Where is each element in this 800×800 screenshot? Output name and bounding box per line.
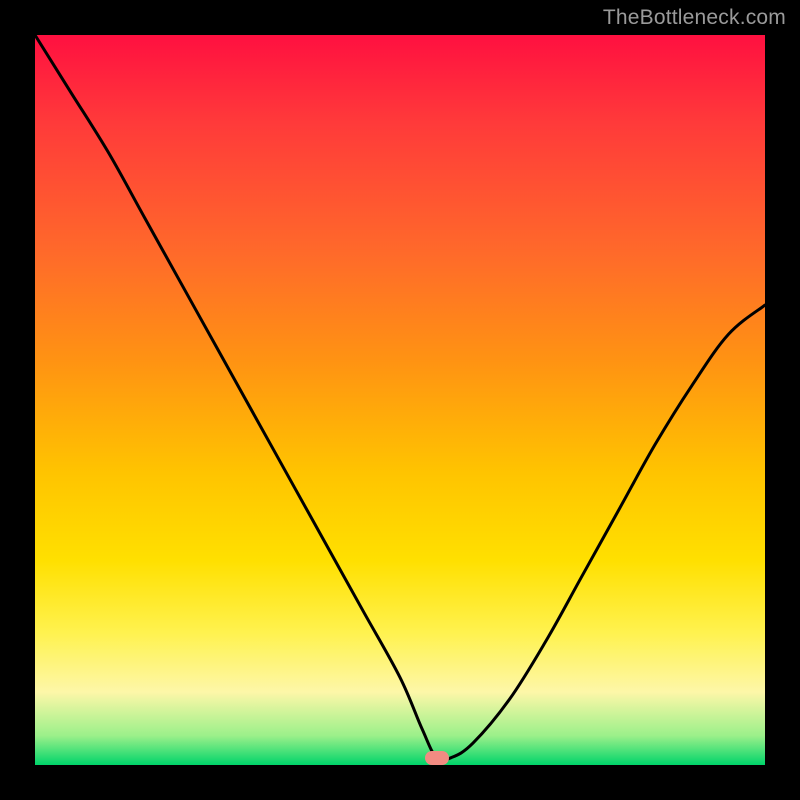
watermark-text: TheBottleneck.com [603,6,786,30]
bottleneck-curve [35,35,765,761]
optimum-marker [425,751,449,765]
plot-area [35,35,765,765]
curve-svg [35,35,765,765]
chart-frame: TheBottleneck.com [0,0,800,800]
